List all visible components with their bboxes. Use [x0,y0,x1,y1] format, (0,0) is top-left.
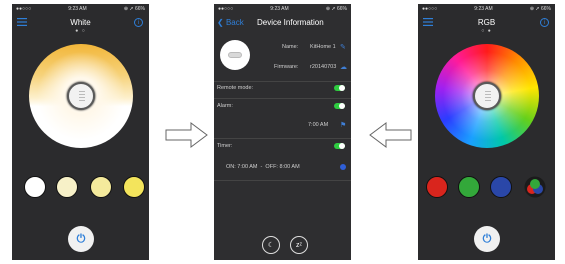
status-bar: ●●○○○ 9:23 AM ⊕ ➚ 66% [214,4,351,14]
screen-title: Device Information [257,18,324,27]
preset-swatch[interactable] [56,176,78,198]
status-bar: ●●○○○ 9:23 AM ⊕ ➚ 66% [12,4,149,14]
alarm-clock-icon[interactable]: ⚑ [340,122,347,129]
status-time: 9:23 AM [474,6,493,12]
snooze-button[interactable]: zᶻ [290,236,308,254]
info-icon[interactable]: i [540,18,549,27]
remote-mode-toggle[interactable] [334,85,345,91]
timer-toggle[interactable] [334,143,345,149]
status-battery: ⊕ ➚ 66% [123,6,145,12]
preset-swatch[interactable] [490,176,512,198]
firmware-value: r20140703 [310,64,337,70]
device-image [220,40,250,70]
preset-swatch[interactable] [123,176,145,198]
name-value: KitHome 1 [310,44,336,50]
wheel-knob[interactable] [67,82,95,110]
nav-bar: RGB ○ ● i [418,14,555,36]
preset-swatch[interactable] [426,176,448,198]
page-indicator: ○ ● [481,28,492,34]
rgb-mode-screen: ●●○○○ 9:23 AM ⊕ ➚ 66% RGB ○ ● i ⏻ [418,4,555,260]
back-label: Back [225,18,244,27]
chevron-left-icon: ❮ [217,18,224,27]
preset-swatch[interactable] [24,176,46,198]
multicolor-swatch-icon[interactable] [524,176,546,198]
divider [214,81,351,82]
right-arrow-icon [165,122,208,148]
screen-title: White [70,18,91,27]
carrier-signal: ●●○○○ [422,6,438,12]
divider [214,98,351,99]
carrier-signal: ●●○○○ [16,6,32,12]
screen-title: RGB [477,18,496,27]
white-temperature-wheel[interactable] [29,44,133,148]
remote-mode-label: Remote mode: [217,85,254,91]
preset-swatches [418,176,555,200]
power-button[interactable]: ⏻ [68,226,94,252]
left-arrow-icon [369,122,412,148]
status-time: 9:23 AM [270,6,289,12]
wheel-knob[interactable] [473,82,501,110]
nav-bar: White ● ○ i [12,14,149,36]
timer-indicator-icon [340,164,346,170]
timer-label: Timer: [217,143,233,149]
back-button[interactable]: ❮ Back [217,18,244,27]
preset-swatch[interactable] [90,176,112,198]
preset-swatches [12,176,149,200]
page-indicator: ● ○ [75,28,86,34]
sleep-moon-button[interactable]: ☾ [262,236,280,254]
divider [214,138,351,139]
carrier-signal: ●●○○○ [218,6,234,12]
alarm-label: Alarm: [217,103,233,109]
cloud-update-icon[interactable]: ☁ [340,64,347,71]
alarm-time[interactable]: 7:00 AM [308,122,328,128]
white-mode-screen: ●●○○○ 9:23 AM ⊕ ➚ 66% White ● ○ i ⏻ [12,4,149,260]
status-time: 9:23 AM [68,6,87,12]
power-button[interactable]: ⏻ [474,226,500,252]
device-information-screen: ●●○○○ 9:23 AM ⊕ ➚ 66% ❮ Back Device Info… [214,4,351,260]
info-icon[interactable]: i [134,18,143,27]
preset-swatch[interactable] [458,176,480,198]
status-battery: ⊕ ➚ 66% [529,6,551,12]
status-battery: ⊕ ➚ 66% [325,6,347,12]
alarm-toggle[interactable] [334,103,345,109]
name-label: Name: [282,44,299,50]
status-bar: ●●○○○ 9:23 AM ⊕ ➚ 66% [418,4,555,14]
nav-bar: ❮ Back Device Information [214,14,351,36]
firmware-label: Firmware: [274,64,299,70]
divider [214,180,351,181]
edit-pencil-icon[interactable]: ✎ [340,44,347,51]
timer-value[interactable]: ON: 7:00 AM - OFF: 8:00 AM [226,164,300,170]
rgb-color-wheel[interactable] [435,44,539,148]
